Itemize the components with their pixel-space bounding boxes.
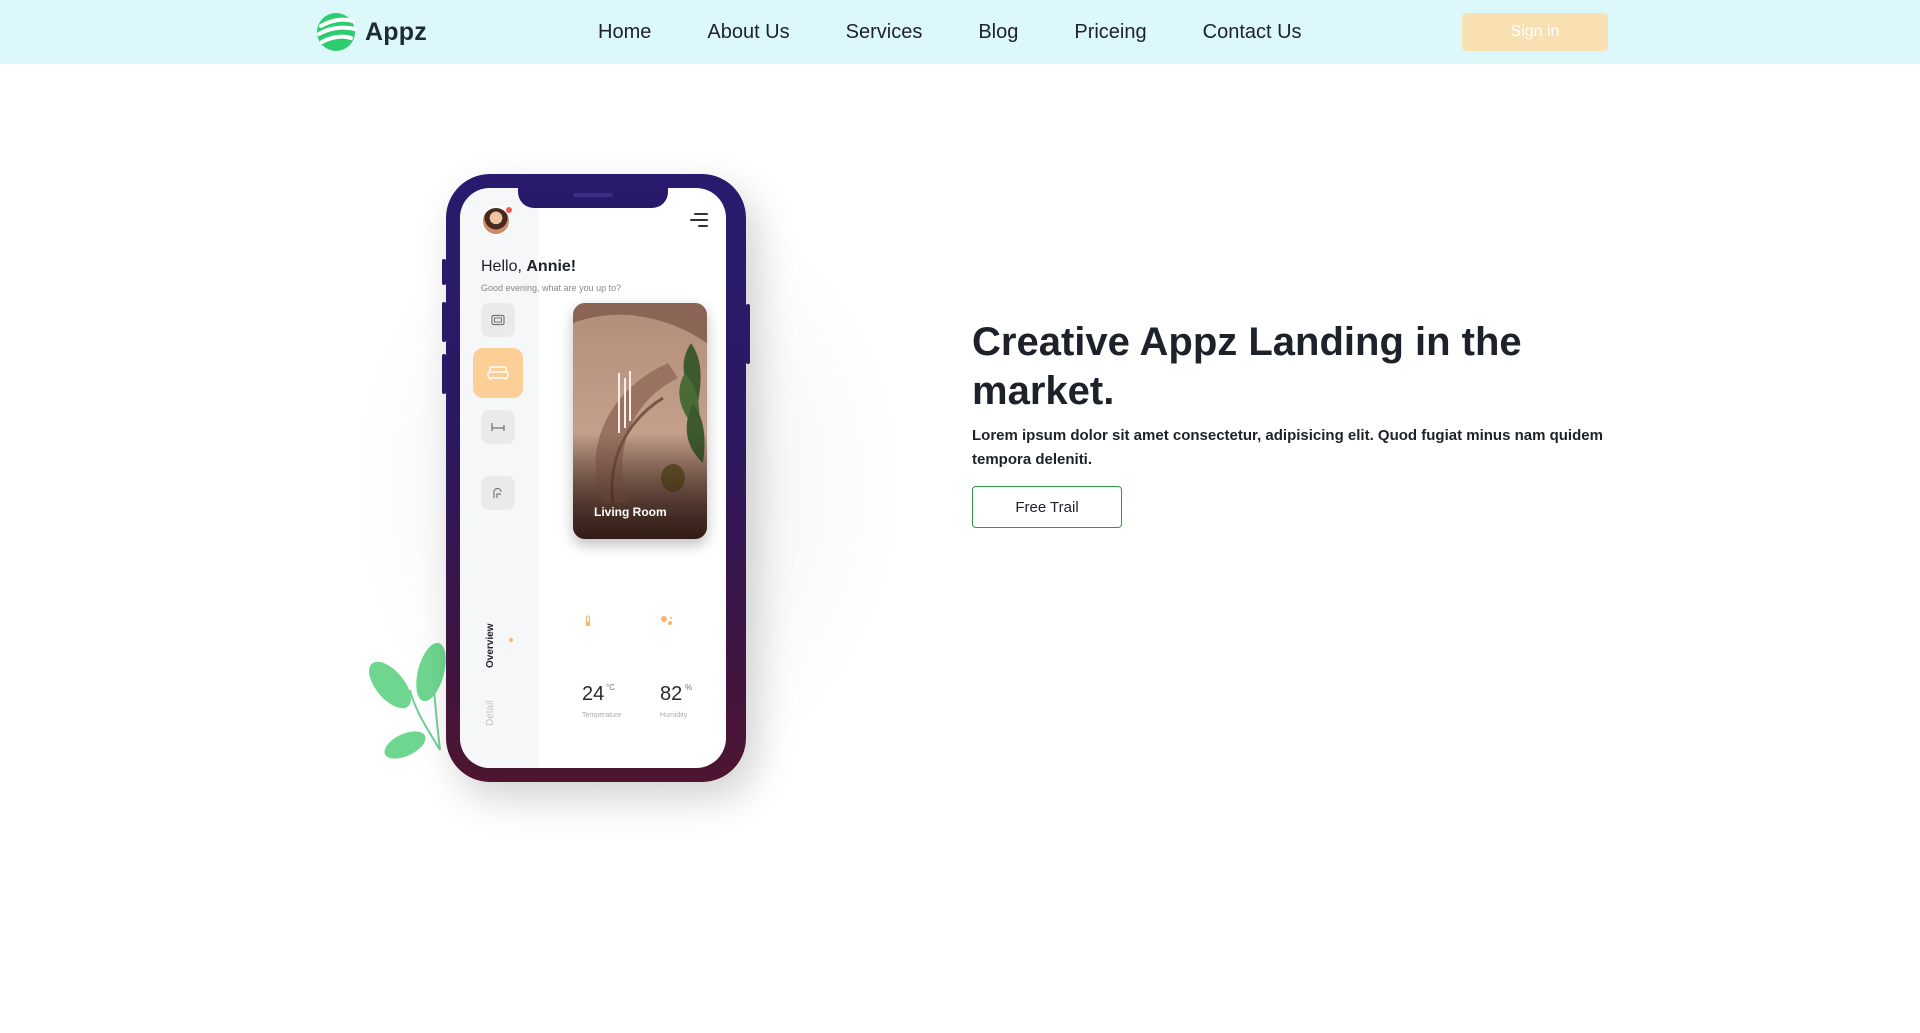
sign-in-button[interactable]: Sign in [1462,13,1608,51]
phone-power-button [746,304,750,364]
nav-link-services[interactable]: Services [846,21,923,44]
hero-title: Creative Appz Landing in the market. [972,320,1522,413]
room-card-label: Living Room [594,505,667,519]
appz-logo-icon [317,13,357,51]
nav-link-about-us[interactable]: About Us [707,21,789,44]
living-room-image [573,303,707,539]
nav-link-pricing[interactable]: Priceing [1074,21,1146,44]
tv-icon [491,314,505,326]
sofa-icon [487,366,509,380]
menu-icon[interactable] [690,213,708,227]
navbar: Appz Home About Us Services Blog Pricein… [0,0,1920,64]
nav-link-contact-us[interactable]: Contact Us [1203,21,1302,44]
nav-link-home[interactable]: Home [598,21,651,44]
hero-description: Lorem ipsum dolor sit amet consectetur, … [972,427,1603,468]
category-bed-button[interactable] [481,410,515,444]
phone-volume-down-button [442,354,446,394]
active-tab-indicator [509,638,513,642]
greeting-prefix: Hello, [481,258,527,275]
humidity-unit: % [685,683,693,692]
temperature-unit: °C [606,683,615,692]
phone-mute-button [442,259,446,285]
logo[interactable]: Appz [315,12,427,52]
greeting: Hello, Annie! [481,258,576,276]
nav-link-blog[interactable]: Blog [978,21,1018,44]
bed-icon [491,423,505,431]
humidity-value: 82 [660,683,683,705]
temperature-label: Temperature [582,712,622,719]
tab-detail[interactable]: Detail [485,700,496,726]
category-bath-button[interactable] [481,476,515,510]
phone-notch [518,188,668,208]
category-sofa-button[interactable] [473,348,523,398]
humidity-icon [661,616,672,625]
nav-links: Home About Us Services Blog Priceing Con… [598,0,1302,64]
thermometer-icon [585,615,591,627]
tab-overview[interactable]: Overview [485,624,496,668]
greeting-subtitle: Good evening, what are you up to? [481,283,622,293]
notification-dot [505,206,513,214]
logo-text: Appz [365,17,427,46]
bath-icon [493,487,502,498]
user-name: Annie! [526,258,577,275]
temperature-value: 24 [582,683,605,705]
free-trial-button[interactable]: Free Trail [972,486,1122,528]
humidity-label: Humidity [660,712,688,719]
phone-mockup: Hello, Annie! Good evening, what are you… [442,174,750,782]
phone-screen: Hello, Annie! Good evening, what are you… [460,188,726,768]
phone-speaker [573,193,613,197]
living-room-card[interactable]: Living Room [573,303,707,539]
phone-volume-up-button [442,302,446,342]
category-tv-button[interactable] [481,303,515,337]
